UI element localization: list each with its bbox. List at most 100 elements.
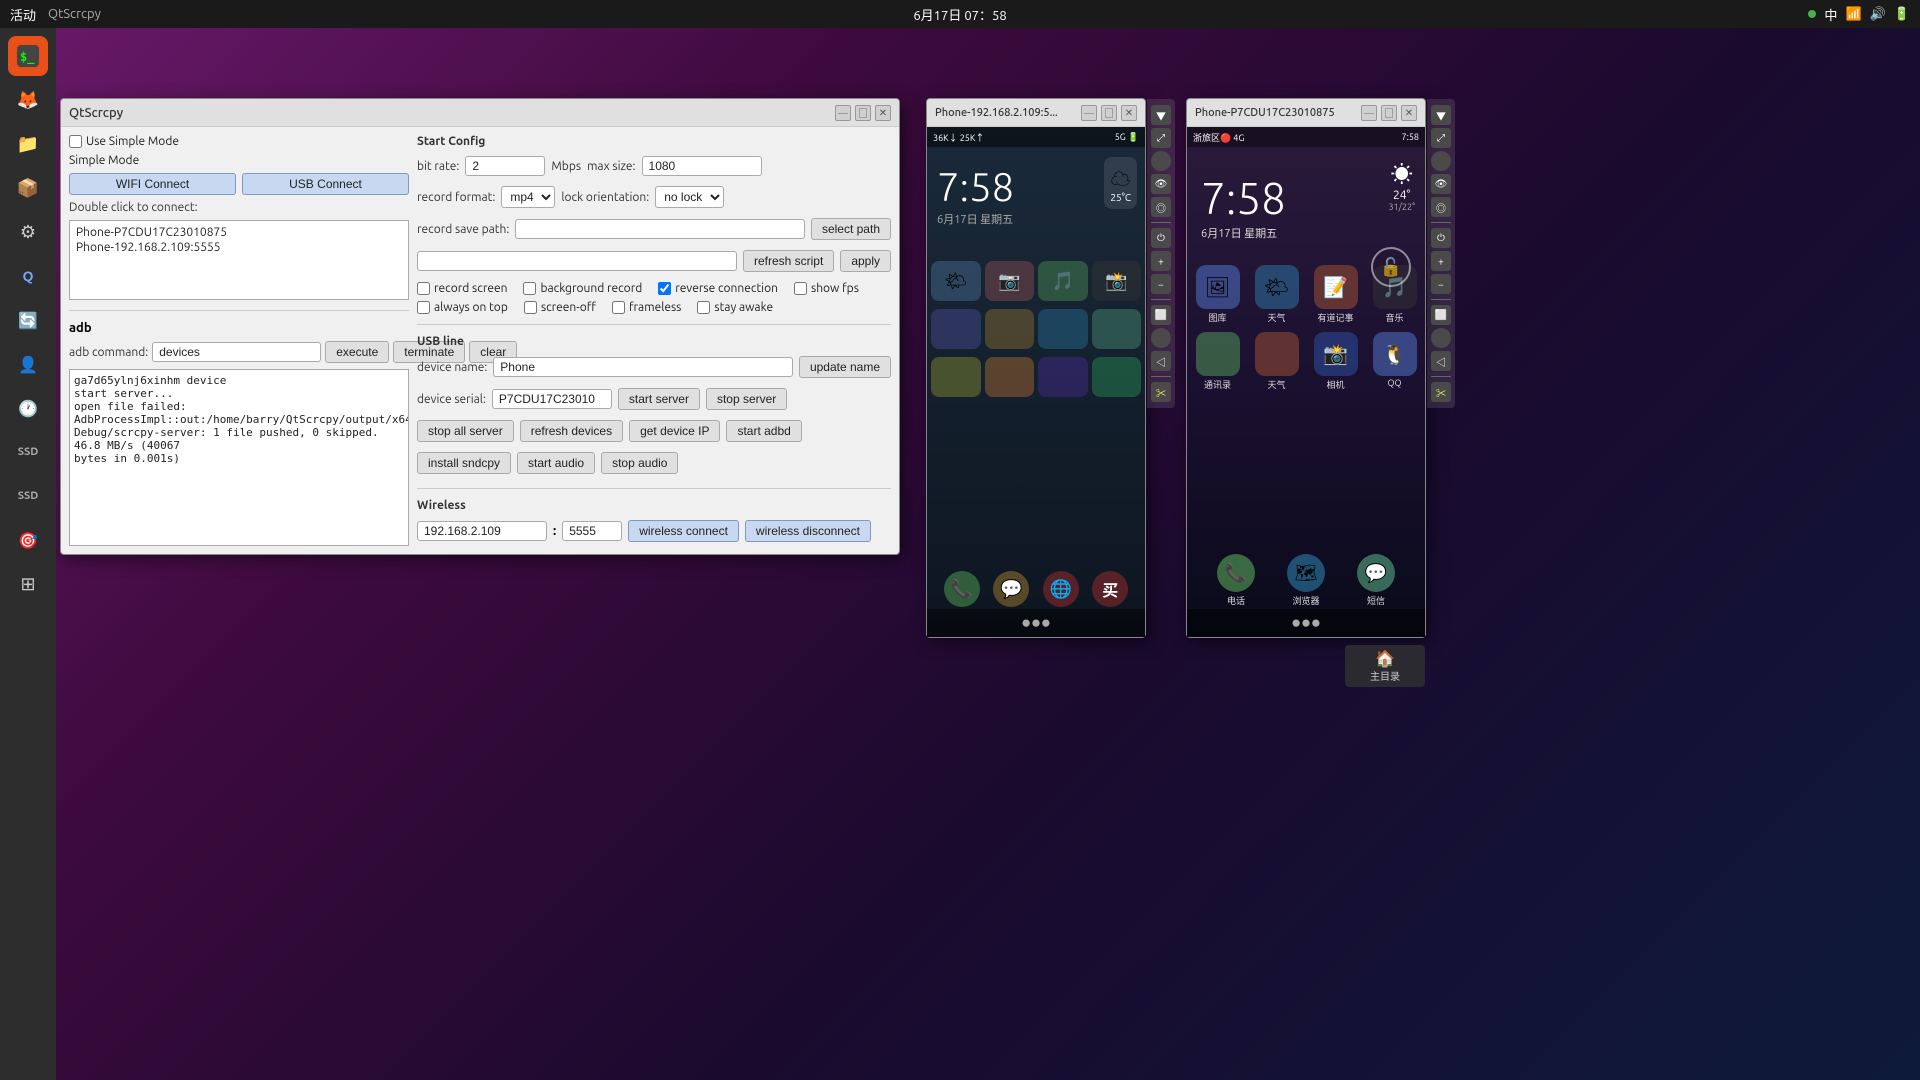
phone1-app-7[interactable] xyxy=(1038,357,1088,397)
phone2-ctrl-1[interactable]: ▼ xyxy=(1431,105,1451,125)
wifi-connect-button[interactable]: WIFI Connect xyxy=(69,173,236,195)
phone2-app-6[interactable]: 🐧 QQ xyxy=(1368,332,1421,391)
sidebar-icon-update[interactable]: 🔄 xyxy=(8,300,48,340)
usb-connect-button[interactable]: USB Connect xyxy=(242,173,409,195)
phone1-app-5[interactable] xyxy=(931,357,981,397)
device-serial-input[interactable] xyxy=(492,389,612,409)
always-on-top-checkbox[interactable] xyxy=(417,301,430,314)
start-server-button[interactable]: start server xyxy=(618,388,700,410)
update-name-button[interactable]: update name xyxy=(799,356,891,378)
phone1-ctrl-expand2[interactable]: ⬜ xyxy=(1151,305,1171,325)
phone2-dock-call[interactable]: 📞 电话 xyxy=(1217,554,1255,607)
install-sndcpy-button[interactable]: install sndcpy xyxy=(417,452,511,474)
phone1-ctrl-green[interactable]: ▼ xyxy=(1151,105,1171,125)
frameless-checkbox[interactable] xyxy=(612,301,625,314)
phone1-app-music[interactable]: 🎵 xyxy=(1038,261,1088,301)
use-simple-mode-checkbox[interactable] xyxy=(69,135,82,148)
phone2-app-weather2[interactable]: 🌤 天气 xyxy=(1250,265,1303,324)
phone1-ctrl-vol-down[interactable]: − xyxy=(1151,274,1171,294)
phone1-ctrl-eye2[interactable]: ◎ xyxy=(1151,197,1171,217)
phone1-ctrl-vol-up[interactable]: + xyxy=(1151,251,1171,271)
sidebar-icon-clock[interactable]: 🕐 xyxy=(8,388,48,428)
sidebar-icon-ssd1[interactable]: SSD xyxy=(8,432,48,472)
phone2-ctrl-9[interactable]: ⬜ xyxy=(1431,305,1451,325)
phone1-titlebar[interactable]: Phone-192.168.2.109:5... ─ □ ✕ xyxy=(927,99,1145,127)
phone2-titlebar[interactable]: Phone-P7CDU17C23010875 ─ □ ✕ xyxy=(1187,99,1425,127)
phone2-lock[interactable]: 🔓 xyxy=(1371,247,1411,287)
phone2-app-notes[interactable]: 📝 有道记事 xyxy=(1309,265,1362,324)
stop-server-button[interactable]: stop server xyxy=(706,388,787,410)
phone1-app-2[interactable] xyxy=(985,309,1035,349)
phone2-close-button[interactable]: ✕ xyxy=(1401,105,1417,121)
wireless-disconnect-button[interactable]: wireless disconnect xyxy=(745,520,871,542)
phone2-app-gallery[interactable]: 🖼 图库 xyxy=(1191,265,1244,324)
phone2-ctrl-8[interactable]: − xyxy=(1431,274,1451,294)
phone2-ctrl-3[interactable] xyxy=(1431,151,1451,171)
lock-orientation-select[interactable]: no lock xyxy=(655,186,724,208)
phone1-ctrl-scissors[interactable]: ✂ xyxy=(1151,382,1171,402)
phone1-ctrl-eye[interactable]: 👁 xyxy=(1151,174,1171,194)
phone1-ctrl-power[interactable]: ⏻ xyxy=(1151,228,1171,248)
stop-all-server-button[interactable]: stop all server xyxy=(417,420,514,442)
sidebar-icon-firefox[interactable]: 🦊 xyxy=(8,80,48,120)
record-save-path-input[interactable] xyxy=(515,219,805,239)
phone2-screen[interactable]: 浙旅区🔴 4G 7:58 7:58 6月17日 星期五 ☀ 24° 31/22°… xyxy=(1187,127,1425,637)
max-size-input[interactable] xyxy=(642,156,762,176)
phone1-dock-msg[interactable]: 💬 xyxy=(993,571,1029,607)
phone2-ctrl-11[interactable]: ◁ xyxy=(1431,351,1451,371)
stop-audio-button[interactable]: stop audio xyxy=(601,452,678,474)
get-device-ip-button[interactable]: get device IP xyxy=(629,420,720,442)
phone1-ctrl-back[interactable]: ◁ xyxy=(1151,351,1171,371)
phone2-ctrl-10[interactable] xyxy=(1431,328,1451,348)
phone1-dock-app[interactable]: 买 xyxy=(1092,571,1128,607)
sidebar-icon-qtscrcpy[interactable]: Q xyxy=(8,256,48,296)
activities-label[interactable]: 活动 xyxy=(10,5,36,24)
qtscrcpy-titlebar[interactable]: QtScrcpy ─ □ ✕ xyxy=(61,99,899,127)
phone2-ctrl-5[interactable]: ◎ xyxy=(1431,197,1451,217)
phone1-dock-phone[interactable]: 📞 xyxy=(944,571,980,607)
phone2-home-button[interactable]: 🏠 xyxy=(1349,649,1421,668)
phone2-ctrl-7[interactable]: + xyxy=(1431,251,1451,271)
minimize-button[interactable]: ─ xyxy=(835,105,851,121)
device-name-input[interactable] xyxy=(493,357,793,377)
phone1-app-3[interactable] xyxy=(1038,309,1088,349)
sidebar-icon-settings[interactable]: ⚙ xyxy=(8,212,48,252)
wireless-port-input[interactable] xyxy=(562,521,622,541)
sidebar-icon-files[interactable]: 📁 xyxy=(8,124,48,164)
background-record-checkbox[interactable] xyxy=(523,282,536,295)
phone2-ctrl-6[interactable]: ⏻ xyxy=(1431,228,1451,248)
maximize-button[interactable]: □ xyxy=(855,105,871,121)
phone1-app-1[interactable] xyxy=(931,309,981,349)
refresh-devices-button[interactable]: refresh devices xyxy=(520,420,623,442)
phone2-app-3[interactable]: 通讯录 xyxy=(1191,332,1244,391)
phone2-minimize-button[interactable]: ─ xyxy=(1361,105,1377,121)
phone1-app-6[interactable] xyxy=(985,357,1035,397)
device-item-1[interactable]: Phone-P7CDU17C23010875 xyxy=(74,225,404,240)
select-path-button[interactable]: select path xyxy=(811,218,891,240)
start-adbd-button[interactable]: start adbd xyxy=(726,420,801,442)
adb-command-input[interactable] xyxy=(152,342,321,362)
sidebar-icon-yemu[interactable]: 🎯 xyxy=(8,520,48,560)
refresh-script-button[interactable]: refresh script xyxy=(743,250,834,272)
phone1-ctrl-dot[interactable] xyxy=(1151,151,1171,171)
wireless-connect-button[interactable]: wireless connect xyxy=(628,520,739,542)
phone1-ctrl-expand[interactable]: ⤢ xyxy=(1151,128,1171,148)
phone1-minimize-button[interactable]: ─ xyxy=(1081,105,1097,121)
phone1-app-camera[interactable]: 📸 xyxy=(1092,261,1142,301)
phone2-dock-nav[interactable]: 🗺 浏览器 xyxy=(1287,554,1325,607)
phone1-app-photos[interactable]: 📷 xyxy=(985,261,1035,301)
phone1-screen[interactable]: 36K↓ 25K↑ 5G 🔋 7:58 6月17日 星期五 ☁ 25°C 🌤 📷 xyxy=(927,127,1145,637)
stay-awake-checkbox[interactable] xyxy=(697,301,710,314)
start-audio-button[interactable]: start audio xyxy=(517,452,595,474)
sidebar-icon-terminal[interactable]: $_ xyxy=(8,36,48,76)
phone1-app-8[interactable] xyxy=(1092,357,1142,397)
phone2-maximize-button[interactable]: □ xyxy=(1381,105,1397,121)
phone1-ctrl-circle[interactable] xyxy=(1151,328,1171,348)
reverse-connection-checkbox[interactable] xyxy=(658,282,671,295)
phone2-ctrl-4[interactable]: 👁 xyxy=(1431,174,1451,194)
phone2-ctrl-12[interactable]: ✂ xyxy=(1431,382,1451,402)
wireless-ip-input[interactable] xyxy=(417,521,547,541)
phone2-app-4[interactable]: 天气 xyxy=(1250,332,1303,391)
device-item-2[interactable]: Phone-192.168.2.109:5555 xyxy=(74,240,404,255)
sidebar-icon-software[interactable]: 📦 xyxy=(8,168,48,208)
